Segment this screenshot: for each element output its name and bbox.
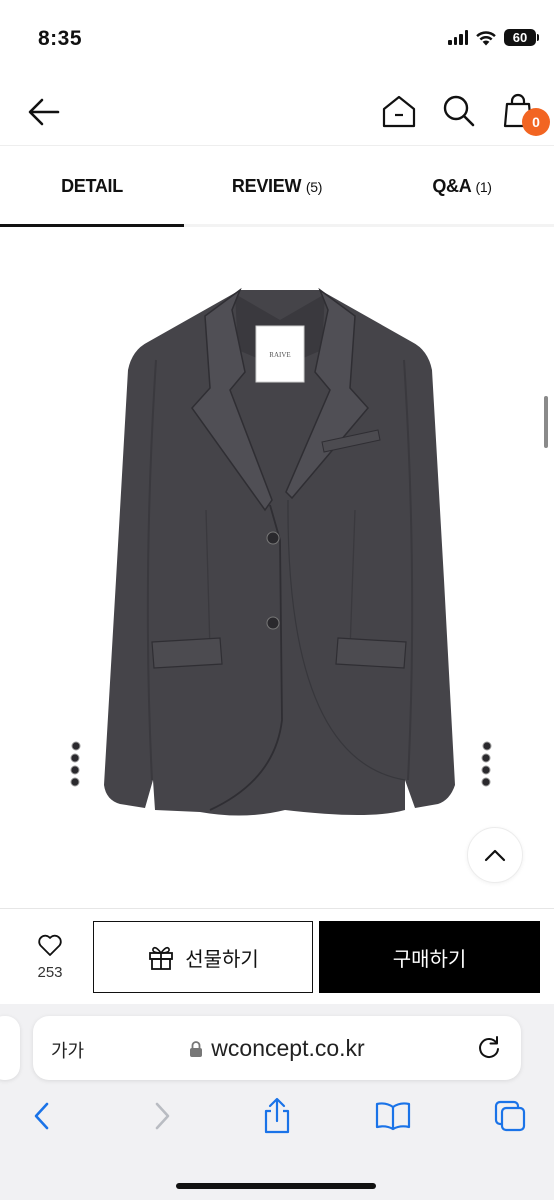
tabs-icon — [494, 1100, 526, 1132]
tab-label: REVIEW — [231, 176, 302, 196]
gift-button[interactable]: 선물하기 — [93, 921, 313, 993]
tab-label: DETAIL — [61, 176, 123, 196]
status-time: 8:35 — [38, 27, 83, 50]
detail-tabs: DETAIL REVIEW (5) Q&A (1) — [0, 147, 554, 227]
tabs-button[interactable] — [490, 1096, 530, 1136]
scroll-to-top-button[interactable] — [467, 827, 523, 883]
share-icon — [264, 1097, 290, 1134]
tab-qna[interactable]: Q&A (1) — [370, 147, 554, 224]
share-button[interactable] — [257, 1096, 297, 1136]
battery-icon: 60 — [504, 29, 539, 46]
product-detail-content: RAIVE — [0, 230, 554, 908]
tab-detail[interactable]: DETAIL — [0, 147, 184, 227]
status-icons: 60 — [448, 29, 539, 46]
search-button[interactable] — [440, 92, 478, 130]
reload-icon — [479, 1036, 499, 1058]
chevron-left-icon — [34, 1102, 49, 1130]
home-button[interactable] — [380, 92, 418, 130]
purchase-bar: 253 선물하기 구매하기 — [0, 908, 554, 1004]
arrow-left-icon — [28, 98, 60, 126]
nav-bar: 0 — [0, 80, 554, 146]
chevron-up-icon — [484, 849, 506, 862]
tab-review[interactable]: REVIEW (5) — [184, 147, 370, 224]
tab-label: Q&A — [432, 176, 471, 196]
gift-button-label: 선물하기 — [185, 948, 259, 971]
brand-label-text: RAIVE — [269, 351, 290, 359]
cellular-signal-icon — [448, 30, 468, 45]
wifi-icon — [476, 30, 496, 45]
scrollbar[interactable] — [544, 396, 548, 448]
browser-back-button[interactable] — [22, 1096, 62, 1136]
tab-count: (1) — [475, 179, 492, 195]
buy-button[interactable]: 구매하기 — [319, 921, 540, 993]
bookmarks-button[interactable] — [373, 1096, 413, 1136]
status-bar: 8:35 60 — [0, 0, 554, 80]
address-bar[interactable]: 가가 wconcept.co.kr — [33, 1016, 521, 1080]
back-button[interactable] — [24, 94, 64, 130]
home-indicator — [176, 1183, 376, 1189]
browser-nav-toolbar — [0, 1096, 554, 1140]
book-icon — [375, 1102, 411, 1131]
browser-toolbar: 가가 wconcept.co.kr — [0, 1004, 554, 1200]
like-button[interactable]: 253 — [20, 933, 80, 981]
nav-actions: 0 — [380, 92, 550, 136]
home-icon — [382, 95, 416, 128]
chevron-right-icon — [155, 1102, 170, 1130]
product-image: RAIVE — [70, 287, 492, 816]
cart-button[interactable]: 0 — [500, 92, 550, 136]
search-icon — [443, 95, 475, 127]
browser-forward-button[interactable] — [142, 1096, 182, 1136]
like-count: 253 — [37, 964, 63, 981]
reload-button[interactable] — [475, 1034, 503, 1062]
url-display[interactable]: wconcept.co.kr — [33, 1035, 521, 1062]
heart-icon — [38, 934, 62, 956]
url-text: wconcept.co.kr — [211, 1035, 365, 1061]
tab-count: (5) — [305, 179, 323, 195]
lock-icon — [190, 1040, 203, 1057]
previous-tab-card[interactable] — [0, 1016, 20, 1080]
cart-count-badge: 0 — [522, 108, 550, 136]
gift-icon — [149, 946, 174, 970]
buy-button-label: 구매하기 — [392, 948, 467, 971]
